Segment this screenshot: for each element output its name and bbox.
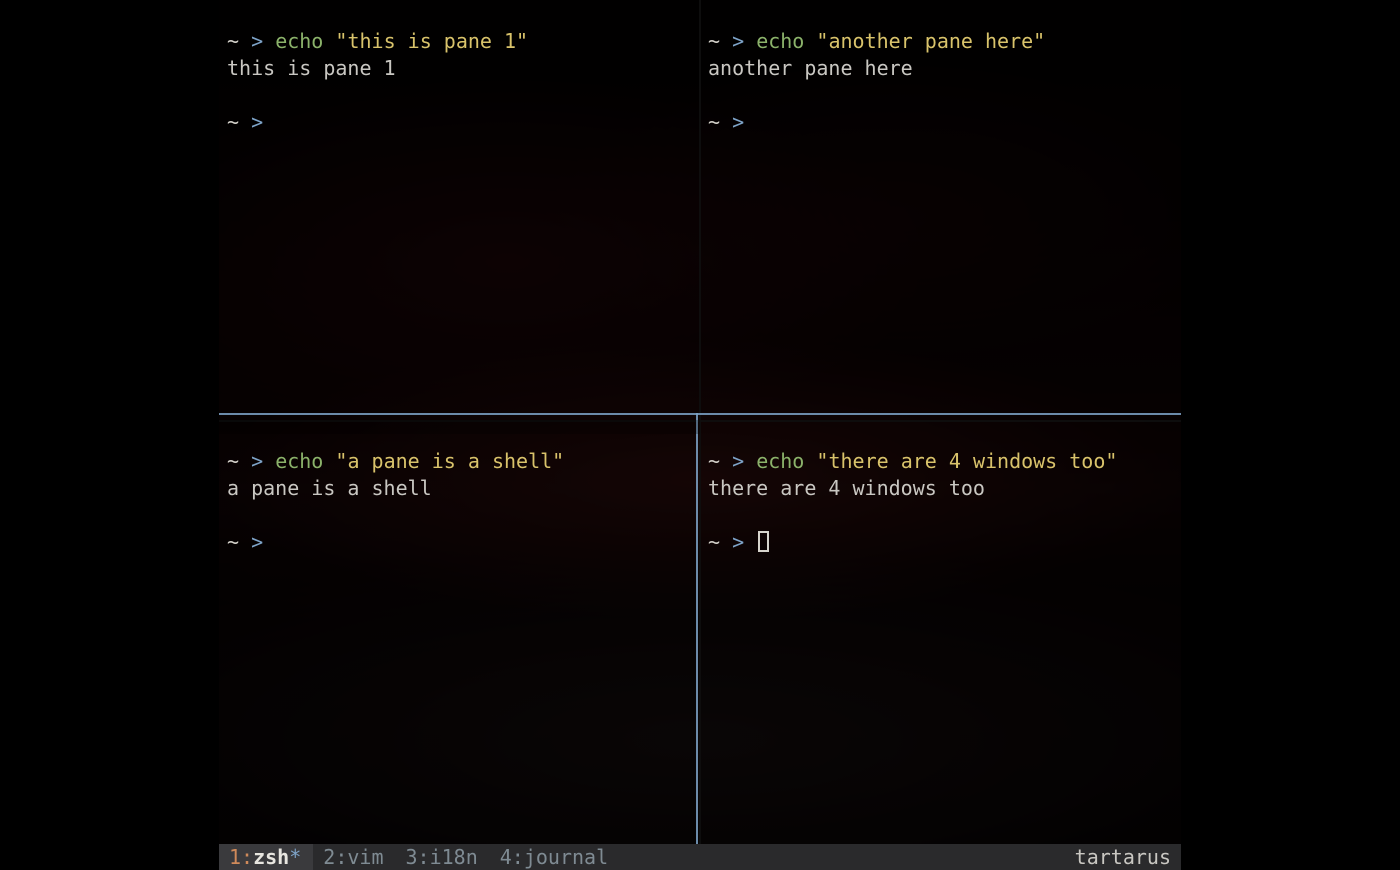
window-index: 2 — [323, 845, 335, 869]
shell-output: a pane is a shell — [227, 476, 432, 500]
prompt-symbol: > — [251, 530, 263, 554]
prompt-symbol: > — [251, 110, 263, 134]
status-window-1[interactable]: 1:zsh* — [219, 844, 313, 870]
window-sep: : — [418, 845, 430, 869]
prompt-dir: ~ — [227, 29, 239, 53]
prompt-dir: ~ — [708, 449, 720, 473]
shell-command: echo — [756, 449, 804, 473]
prompt-dir: ~ — [708, 530, 720, 554]
terminal-window: ~ > echo "this is pane 1" this is pane 1… — [219, 0, 1181, 870]
window-name: journal — [524, 845, 608, 869]
status-window-2[interactable]: 2:vim — [313, 844, 395, 870]
status-window-3[interactable]: 3:i18n — [395, 844, 489, 870]
tmux-status-bar: 1:zsh* 2:vim 3:i18n 4:journal tartarus — [219, 844, 1181, 870]
pane-top-left[interactable]: ~ > echo "this is pane 1" this is pane 1… — [219, 0, 700, 420]
cursor-block-icon — [758, 531, 769, 552]
shell-command: echo — [275, 449, 323, 473]
pane-bottom-left[interactable]: ~ > echo "a pane is a shell" a pane is a… — [219, 420, 700, 844]
prompt-symbol: > — [732, 29, 744, 53]
shell-command: echo — [756, 29, 804, 53]
status-hostname: tartarus — [1075, 844, 1177, 870]
shell-argument: "another pane here" — [816, 29, 1045, 53]
prompt-symbol: > — [251, 29, 263, 53]
pane-bottom-right[interactable]: ~ > echo "there are 4 windows too" there… — [700, 420, 1181, 844]
prompt-dir: ~ — [227, 449, 239, 473]
window-sep: : — [512, 845, 524, 869]
prompt-dir: ~ — [708, 29, 720, 53]
shell-output: another pane here — [708, 56, 913, 80]
window-index: 1 — [229, 845, 241, 869]
shell-argument: "a pane is a shell" — [335, 449, 564, 473]
window-active-flag: * — [289, 845, 301, 869]
prompt-dir: ~ — [708, 110, 720, 134]
window-index: 3 — [405, 845, 417, 869]
prompt-symbol: > — [251, 449, 263, 473]
window-sep: : — [335, 845, 347, 869]
prompt-dir: ~ — [227, 110, 239, 134]
shell-argument: "this is pane 1" — [335, 29, 528, 53]
window-name: i18n — [430, 845, 478, 869]
window-name: zsh — [253, 845, 289, 869]
window-index: 4 — [500, 845, 512, 869]
pane-grid: ~ > echo "this is pane 1" this is pane 1… — [219, 0, 1181, 870]
prompt-dir: ~ — [227, 530, 239, 554]
status-window-4[interactable]: 4:journal — [490, 844, 620, 870]
window-name: vim — [347, 845, 383, 869]
shell-output: this is pane 1 — [227, 56, 396, 80]
shell-output: there are 4 windows too — [708, 476, 985, 500]
prompt-symbol: > — [732, 110, 744, 134]
shell-argument: "there are 4 windows too" — [816, 449, 1117, 473]
prompt-symbol: > — [732, 530, 744, 554]
prompt-symbol: > — [732, 449, 744, 473]
pane-top-right[interactable]: ~ > echo "another pane here" another pan… — [700, 0, 1181, 420]
shell-command: echo — [275, 29, 323, 53]
window-sep: : — [241, 845, 253, 869]
